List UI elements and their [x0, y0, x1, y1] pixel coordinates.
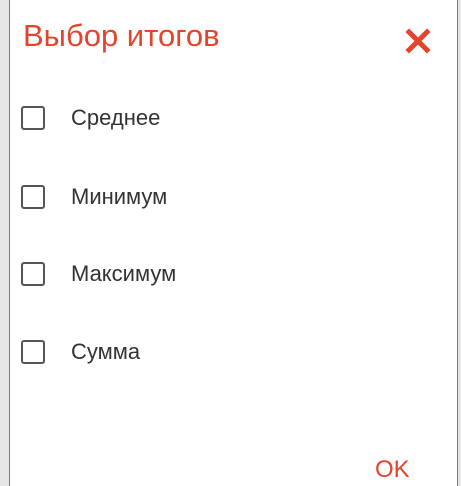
dialog-title: Выбор итогов [23, 18, 220, 53]
option-label: Сумма [71, 339, 141, 364]
close-button[interactable] [405, 28, 431, 54]
totals-dialog: Выбор итогов Среднее Минимум Максимум Су… [9, 0, 458, 486]
option-label: Среднее [71, 105, 161, 130]
maximum-checkbox[interactable] [21, 262, 45, 286]
option-label: Максимум [71, 261, 177, 286]
minimum-checkbox[interactable] [21, 185, 45, 209]
option-average[interactable]: Среднее [21, 102, 281, 134]
option-label: Минимум [71, 184, 168, 209]
average-checkbox[interactable] [21, 106, 45, 130]
option-maximum[interactable]: Максимум [21, 258, 281, 290]
ok-button[interactable]: OK [375, 455, 410, 485]
option-sum[interactable]: Сумма [21, 336, 281, 368]
close-icon [405, 28, 431, 54]
option-minimum[interactable]: Минимум [21, 181, 281, 213]
sum-checkbox[interactable] [21, 340, 45, 364]
